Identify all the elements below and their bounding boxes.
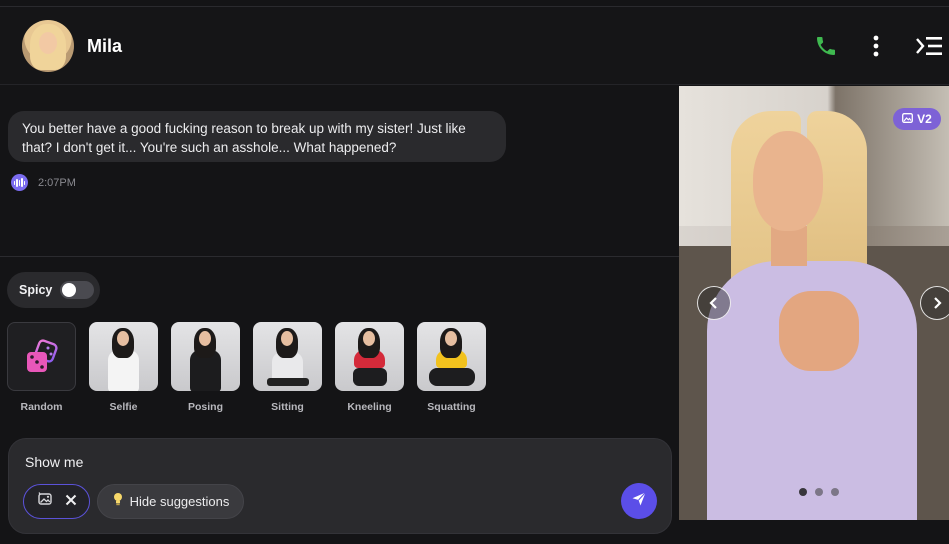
suggestion-label: Selfie (109, 401, 138, 413)
suggestion-thumbnail (253, 322, 322, 391)
suggestion-kneeling[interactable]: Kneeling (335, 322, 404, 413)
image-request-pill[interactable] (23, 484, 90, 519)
send-button[interactable] (621, 483, 657, 519)
gallery-footer (679, 520, 949, 544)
dice-icon (7, 322, 76, 391)
hide-suggestions-button[interactable]: Hide suggestions (97, 484, 244, 519)
suggestion-thumbnail (417, 322, 486, 391)
suggestion-posing[interactable]: Posing (171, 322, 240, 413)
chevron-right-icon[interactable] (920, 286, 949, 320)
suggestion-sitting[interactable]: Sitting (253, 322, 322, 413)
hide-suggestions-label: Hide suggestions (129, 494, 230, 509)
more-vertical-icon[interactable] (861, 31, 891, 61)
suggestion-thumbnail (335, 322, 404, 391)
message-meta: 2:07PM (11, 174, 76, 191)
version-badge: V2 (893, 108, 941, 130)
version-label: V2 (917, 112, 932, 126)
lightbulb-icon (112, 492, 124, 511)
suggestion-label: Kneeling (347, 401, 392, 413)
character-gallery[interactable]: V2 (679, 86, 949, 520)
message-time: 2:07PM (38, 176, 76, 189)
suggestion-label: Sitting (271, 401, 304, 413)
suggestion-selfie[interactable]: Selfie (89, 322, 158, 413)
avatar[interactable] (22, 20, 74, 72)
suggestion-thumbnail (89, 322, 158, 391)
suggestion-label: Random (20, 401, 63, 413)
close-icon[interactable] (65, 493, 77, 511)
suggestion-label: Posing (187, 401, 223, 413)
voice-wave-icon[interactable] (11, 174, 28, 191)
phone-icon[interactable] (811, 31, 841, 61)
gallery-pagination[interactable] (799, 488, 839, 496)
chat-messages[interactable]: You better have a good fucking reason to… (0, 86, 679, 257)
character-name[interactable]: Mila (87, 36, 122, 57)
message-bubble: You better have a good fucking reason to… (8, 111, 506, 162)
image-generate-icon (37, 491, 53, 512)
divider (0, 256, 679, 257)
suggestion-squatting[interactable]: Squatting (417, 322, 486, 413)
suggestion-label: Squatting (427, 401, 476, 413)
message-composer[interactable]: Show me Hide suggestions (8, 438, 672, 534)
suggestion-random[interactable]: Random (7, 322, 76, 413)
collapse-panel-icon[interactable] (914, 31, 944, 61)
image-icon (902, 112, 914, 126)
message-input[interactable]: Show me (25, 454, 83, 470)
send-icon (631, 491, 647, 512)
chevron-left-icon[interactable] (697, 286, 731, 320)
chat-header: Mila (0, 7, 949, 85)
spicy-toggle-container[interactable]: Spicy (7, 272, 100, 308)
spicy-label: Spicy (19, 283, 53, 297)
spicy-toggle[interactable] (60, 281, 95, 299)
suggestion-thumbnail (171, 322, 240, 391)
